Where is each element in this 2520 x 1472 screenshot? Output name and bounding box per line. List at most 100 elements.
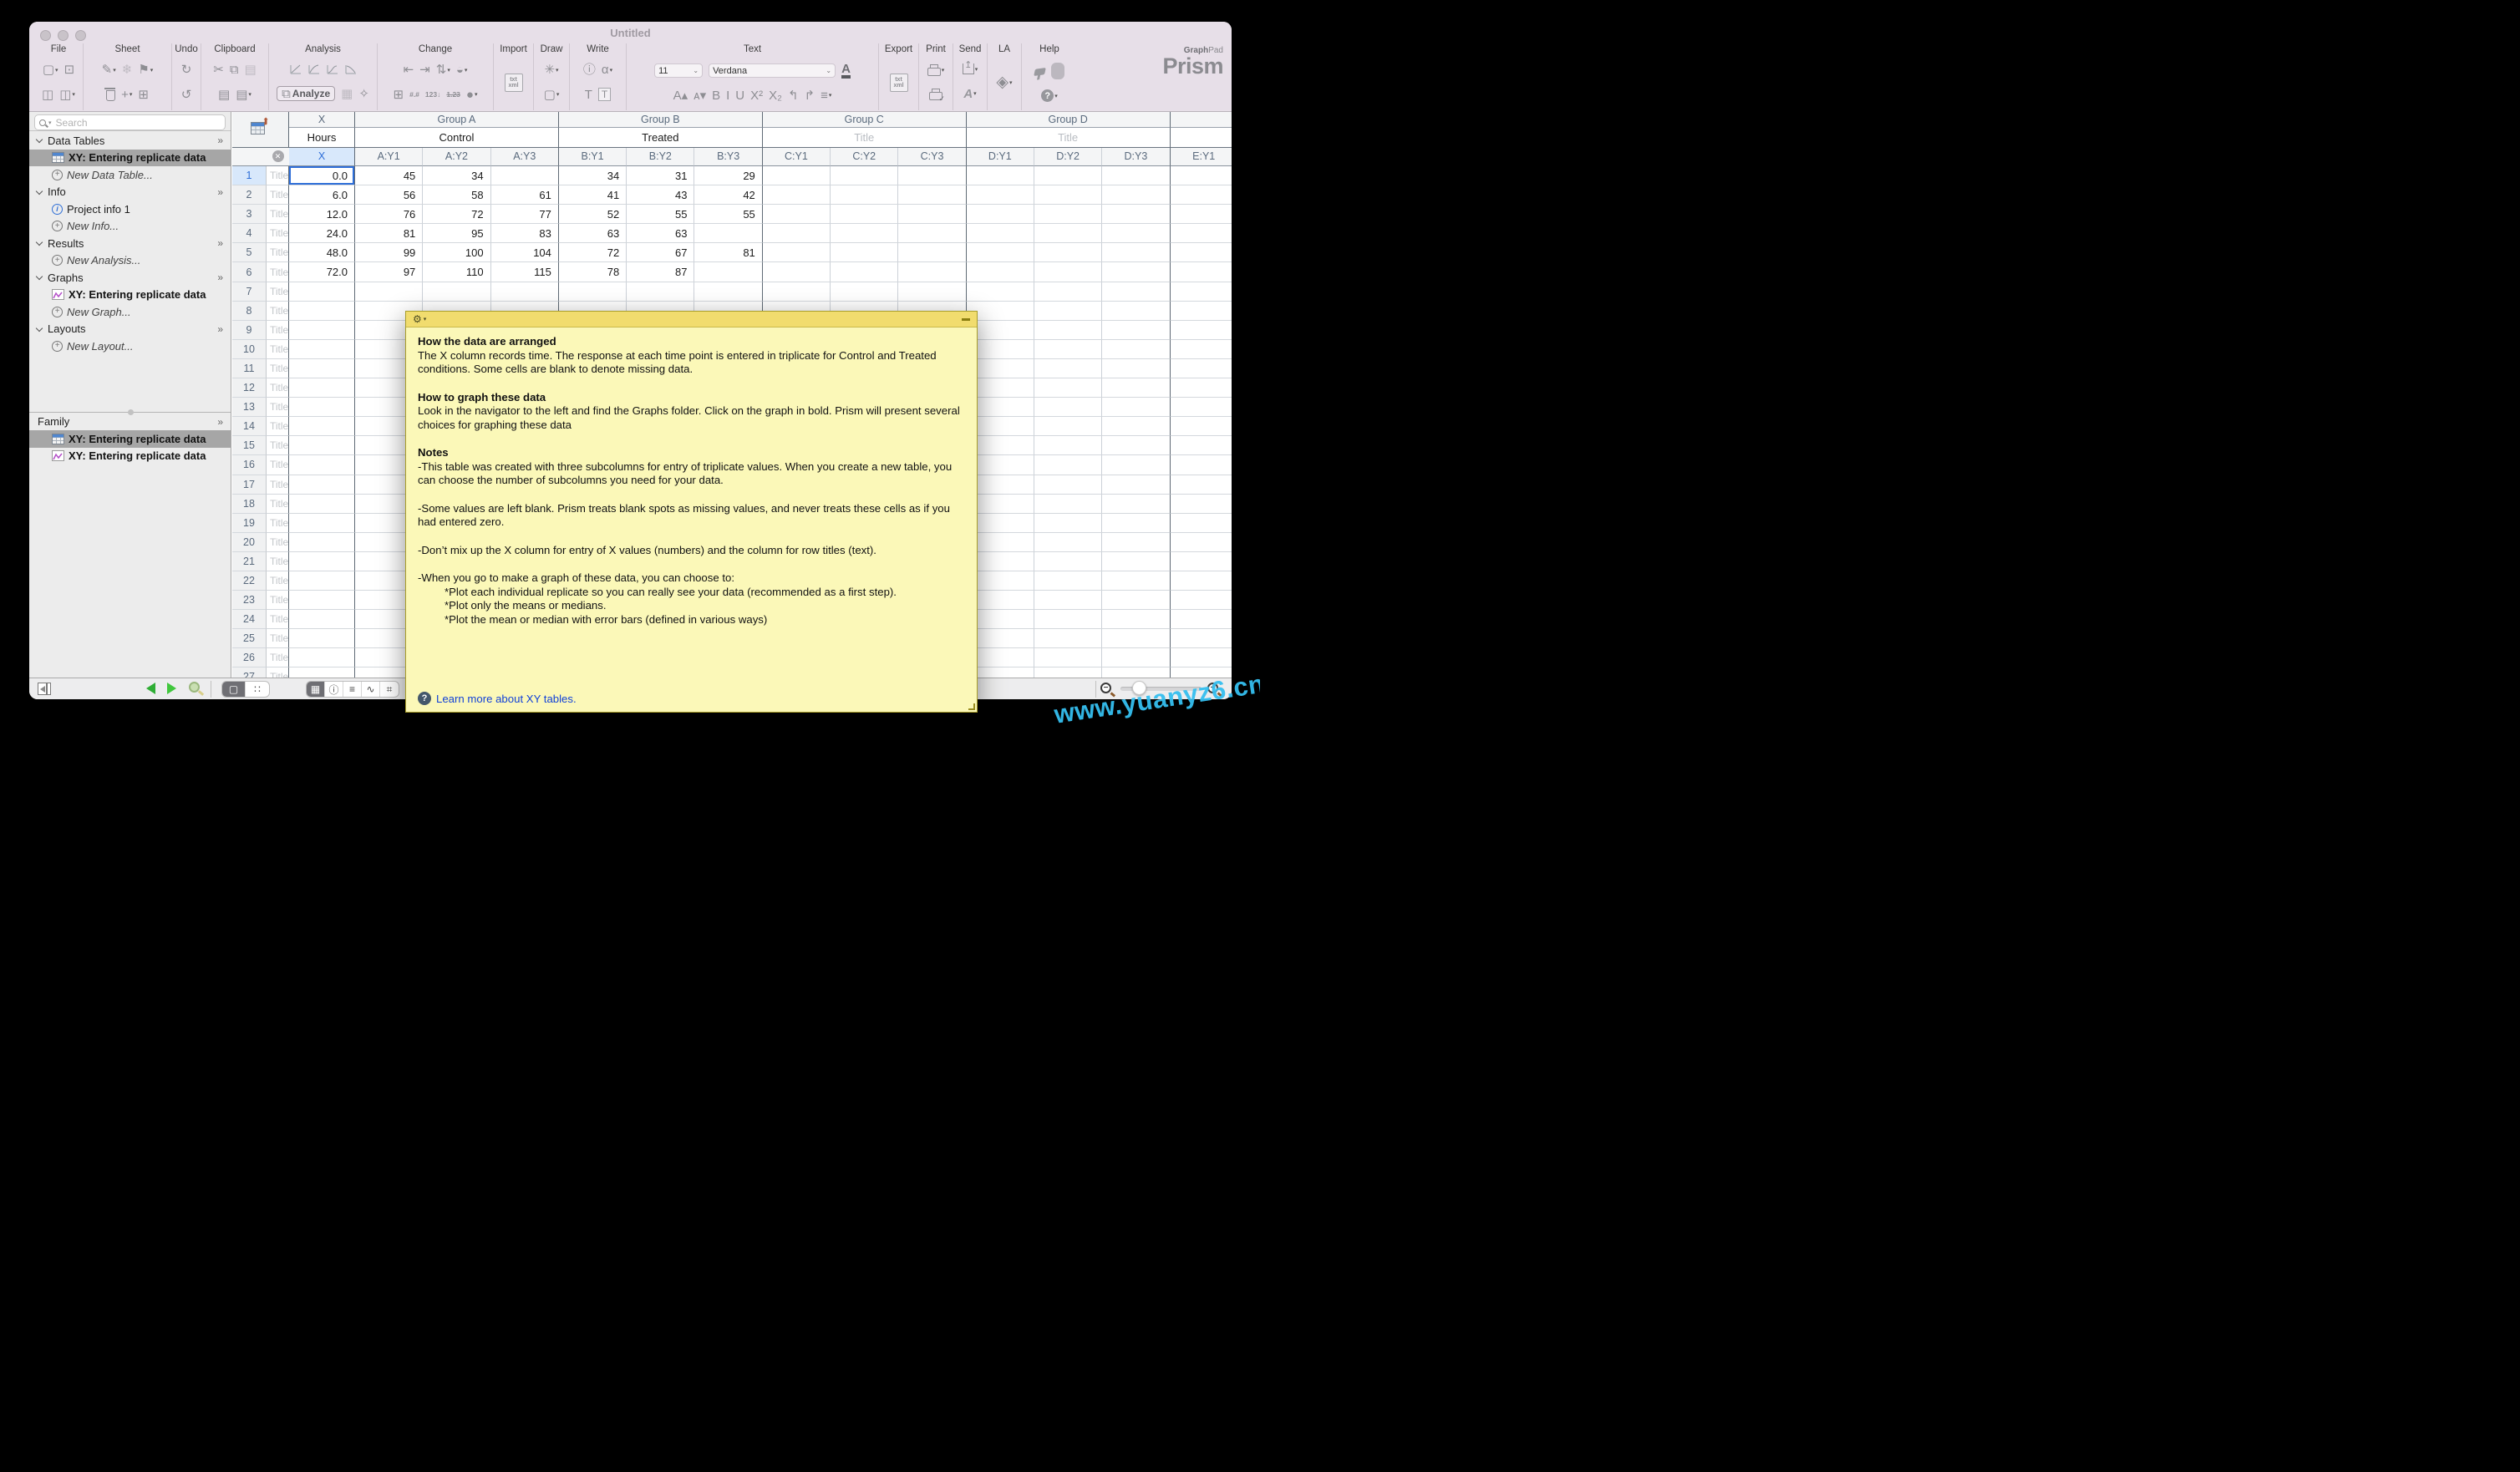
row-number[interactable]: 4 [232, 224, 267, 244]
data-cell[interactable] [1102, 494, 1171, 514]
sidebar-item[interactable]: i Project info 1 [29, 200, 231, 218]
info-view-button[interactable]: ⓘ [325, 682, 343, 697]
rotate-text-left-icon[interactable]: ↰ [788, 89, 799, 102]
data-cell[interactable] [1170, 398, 1232, 418]
note-minimize-icon[interactable] [962, 317, 970, 321]
data-cell[interactable] [1034, 378, 1103, 398]
prism-academy-icon[interactable] [1034, 67, 1046, 77]
data-cell[interactable] [831, 166, 899, 186]
sidebar-item[interactable]: + New Analysis... [29, 252, 231, 270]
prev-sheet-icon[interactable] [146, 683, 155, 694]
x-value-cell[interactable]: 48.0 [289, 243, 355, 263]
data-cell[interactable]: 55 [627, 205, 695, 225]
data-cell[interactable] [558, 282, 627, 302]
greek-letter-icon[interactable]: α ▾ [602, 63, 612, 76]
widen-column-icon[interactable]: ⇥ [419, 63, 430, 76]
data-cell[interactable] [898, 262, 967, 282]
print-preview-icon[interactable] [929, 89, 945, 104]
data-cell[interactable] [1034, 532, 1103, 552]
row-number[interactable]: 5 [232, 243, 267, 263]
data-cell[interactable]: 78 [558, 262, 627, 282]
x-value-cell[interactable] [289, 513, 355, 533]
data-cell[interactable] [898, 243, 967, 263]
subcolumn-header[interactable]: B:Y2 [627, 147, 695, 166]
row-number[interactable]: 22 [232, 571, 267, 591]
data-cell[interactable] [1034, 648, 1103, 668]
search-input[interactable] [53, 115, 221, 129]
sidebar-section-data-tables[interactable]: Data Tables » [29, 132, 231, 150]
data-cell[interactable] [1102, 648, 1171, 668]
subcolumn-header[interactable]: A:Y1 [355, 147, 424, 166]
row-title-column-header[interactable]: ✕ [267, 147, 289, 166]
line-spacing-icon[interactable]: ≡ ▾ [821, 89, 831, 102]
row-title-cell[interactable]: Title [267, 648, 289, 668]
data-cell[interactable] [1102, 378, 1171, 398]
data-cell[interactable]: 87 [627, 262, 695, 282]
row-title-cell[interactable]: Title [267, 243, 289, 263]
data-cell[interactable] [1170, 532, 1232, 552]
freeze-sheet-icon[interactable]: ❄ [122, 63, 133, 76]
data-cell[interactable] [966, 224, 1034, 244]
data-cell[interactable]: 81 [694, 243, 763, 263]
x-value-cell[interactable] [289, 610, 355, 630]
x-value-cell[interactable] [289, 475, 355, 495]
data-cell[interactable] [1102, 455, 1171, 475]
family-overflow-chevrons[interactable]: » [217, 416, 223, 428]
data-cell[interactable]: 72 [423, 205, 491, 225]
data-cell[interactable]: 110 [423, 262, 491, 282]
data-cell[interactable] [1034, 551, 1103, 571]
data-cell[interactable] [966, 243, 1034, 263]
rotate-text-right-icon[interactable]: ↱ [805, 89, 815, 102]
row-number[interactable]: 10 [232, 339, 267, 359]
data-cell[interactable] [490, 282, 559, 302]
new-file-icon[interactable]: ▢ ▾ [43, 63, 58, 76]
row-title-cell[interactable]: Title [267, 320, 289, 340]
data-cell[interactable] [762, 262, 831, 282]
undo-icon[interactable]: ↺ [181, 89, 192, 101]
import-txt-xml-icon[interactable]: txt xml [504, 73, 523, 92]
subcolumn-header[interactable]: C:Y1 [762, 147, 831, 166]
table-view-button[interactable]: ▦ [307, 682, 325, 697]
data-cell[interactable] [1102, 436, 1171, 456]
data-cell[interactable] [694, 262, 763, 282]
row-title-cell[interactable]: Title [267, 205, 289, 225]
row-title-cell[interactable]: Title [267, 417, 289, 437]
area-analysis-icon[interactable] [344, 63, 357, 74]
data-cell[interactable] [898, 166, 967, 186]
row-number[interactable]: 3 [232, 205, 267, 225]
data-cell[interactable] [1034, 436, 1103, 456]
x-value-cell[interactable]: 24.0 [289, 224, 355, 244]
group-name-cell[interactable]: Control [355, 128, 559, 148]
gear-dropdown-chevron-icon[interactable]: ▾ [424, 316, 427, 322]
row-number[interactable]: 14 [232, 417, 267, 437]
subcolumn-header[interactable]: D:Y2 [1034, 147, 1103, 166]
data-cell[interactable]: 100 [423, 243, 491, 263]
sidebar-item[interactable]: + New Info... [29, 218, 231, 236]
data-cell[interactable] [762, 185, 831, 206]
data-cell[interactable] [1034, 224, 1103, 244]
x-value-cell[interactable] [289, 571, 355, 591]
data-cell[interactable] [1102, 339, 1171, 359]
data-cell[interactable] [1034, 629, 1103, 649]
row-title-cell[interactable]: Title [267, 398, 289, 418]
group-name-cell[interactable] [1170, 128, 1232, 148]
data-cell[interactable] [490, 166, 559, 186]
floating-note-window[interactable]: ⚙ ▾ How the data are arranged The X colu… [405, 311, 978, 713]
row-title-cell[interactable]: Title [267, 358, 289, 379]
row-number[interactable]: 9 [232, 320, 267, 340]
data-cell[interactable] [1034, 243, 1103, 263]
subcolumn-header[interactable]: E:Y1 [1170, 147, 1232, 166]
data-cell[interactable] [1170, 648, 1232, 668]
row-title-cell[interactable]: Title [267, 494, 289, 514]
bold-icon[interactable]: B [712, 89, 720, 102]
data-cell[interactable] [1034, 513, 1103, 533]
results-view-button[interactable]: ≡ [343, 682, 362, 697]
overflow-chevrons-icon[interactable]: » [217, 135, 223, 146]
data-cell[interactable] [1102, 166, 1171, 186]
data-cell[interactable]: 63 [558, 224, 627, 244]
data-cell[interactable] [1034, 455, 1103, 475]
data-cell[interactable]: 63 [627, 224, 695, 244]
cut-icon[interactable]: ✂ [213, 63, 224, 76]
row-number[interactable]: 18 [232, 494, 267, 514]
row-title-cell[interactable]: Title [267, 282, 289, 302]
